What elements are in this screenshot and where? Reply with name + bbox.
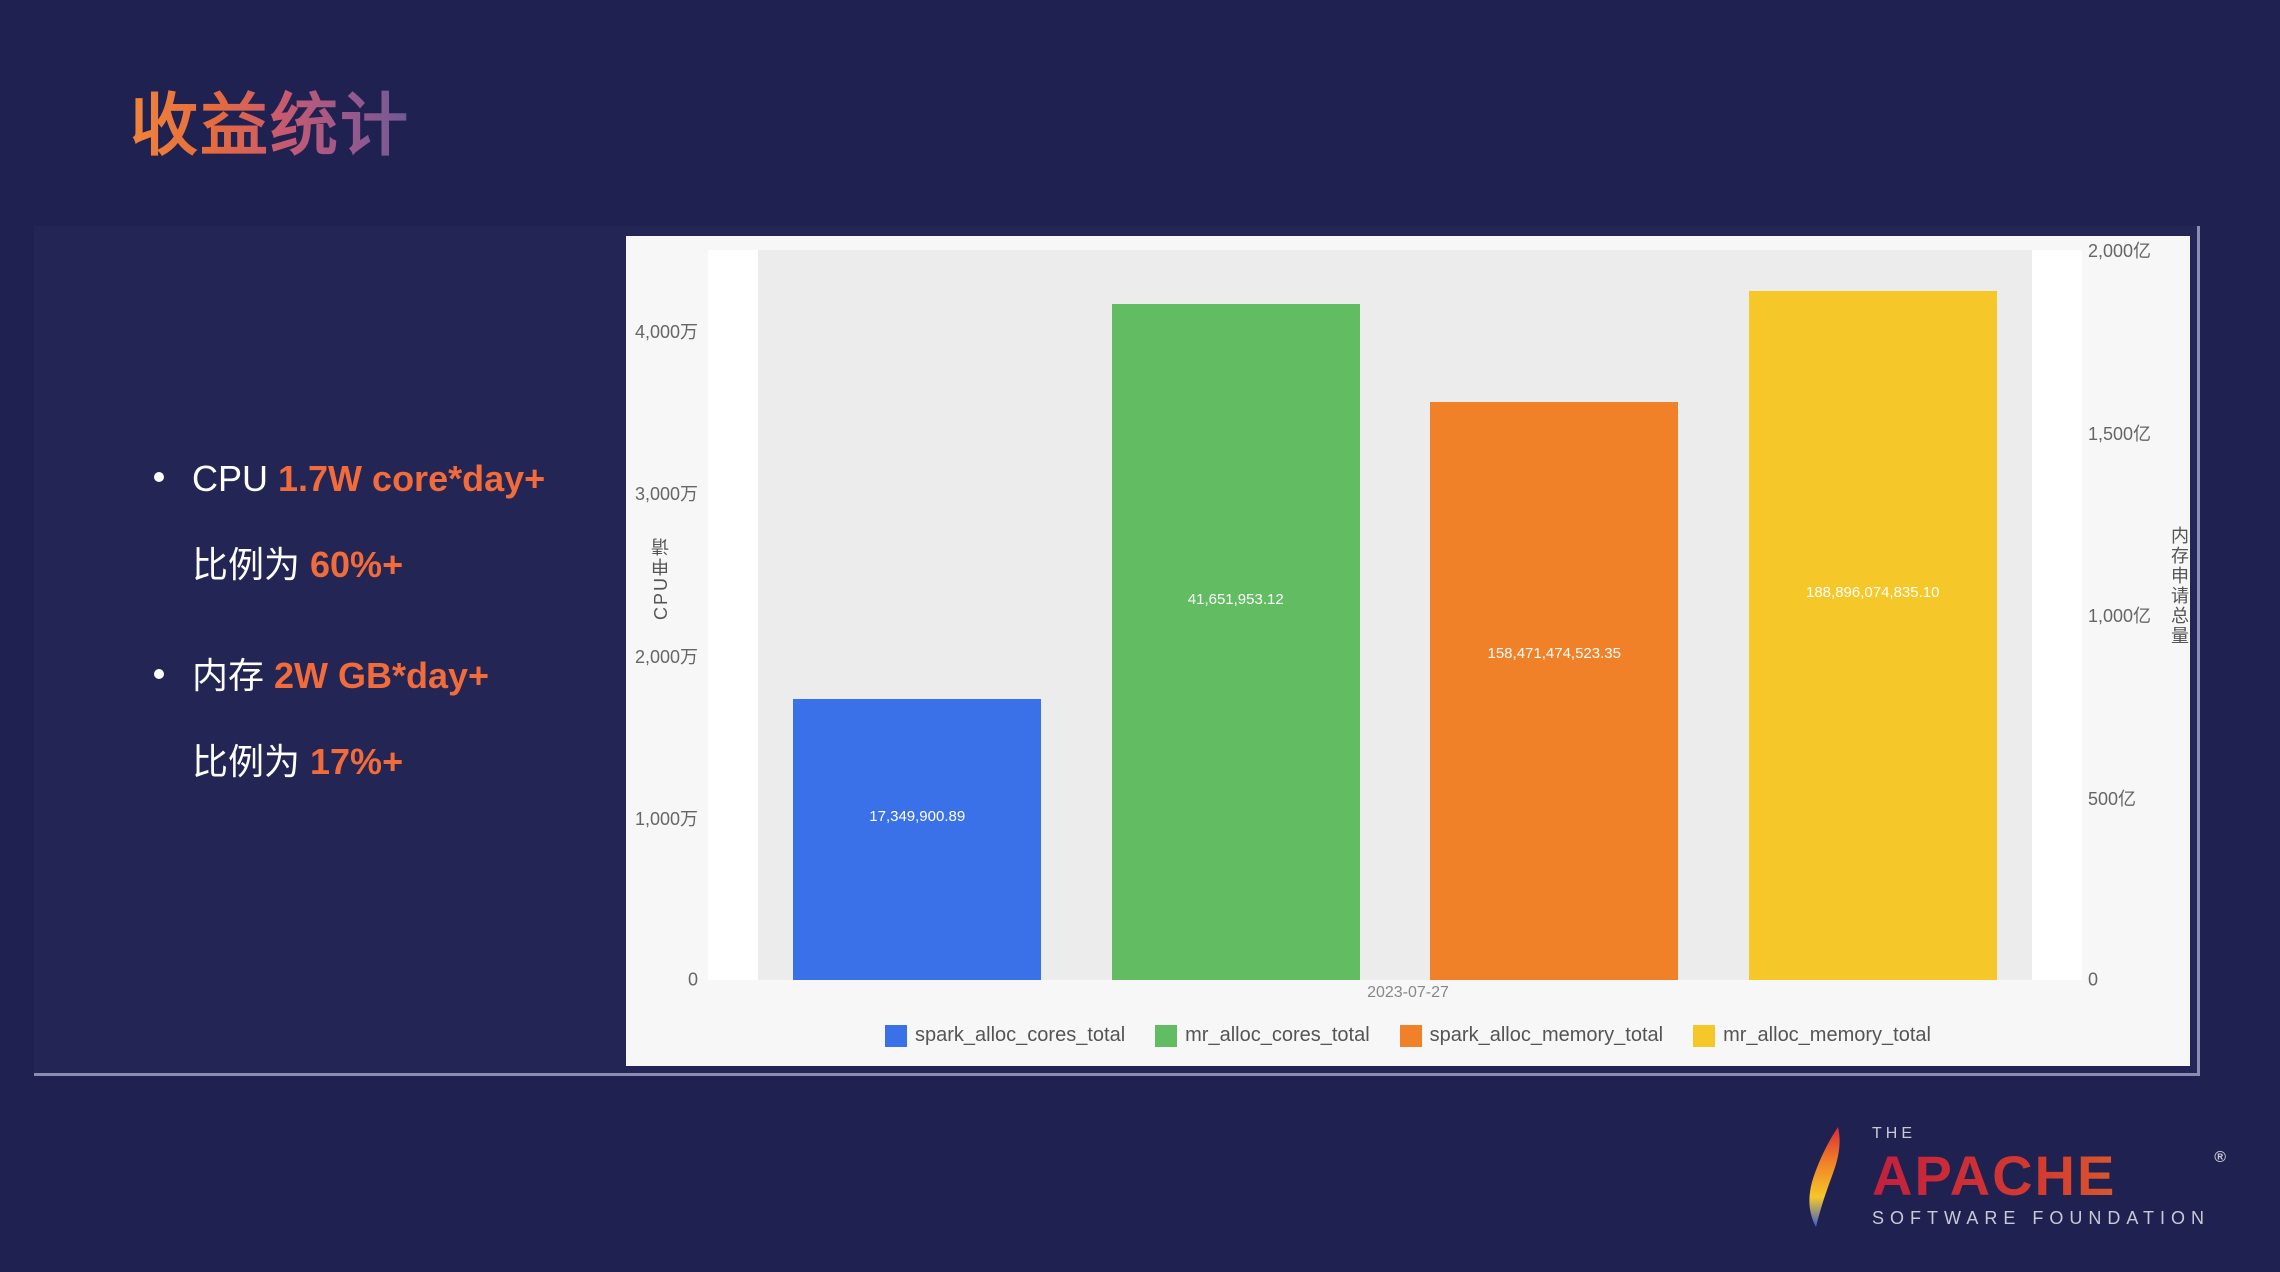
y-right-tick: 500亿 — [2088, 785, 2136, 811]
bar-spark_alloc_cores_total: 17,349,900.89 — [793, 699, 1041, 980]
legend-item[interactable]: mr_alloc_memory_total — [1693, 1024, 1931, 1047]
legend-item[interactable]: mr_alloc_cores_total — [1155, 1024, 1370, 1047]
plot-area: 17,349,900.89 41,651,953.12 158,471,474,52… — [708, 250, 2082, 980]
bars-zone: 17,349,900.89 41,651,953.12 158,471,474,52… — [758, 250, 2032, 980]
apache-the: THE — [1872, 1125, 2210, 1143]
bar-value-label: 188,896,074,835.10 — [1749, 584, 1997, 601]
plot-inner: 17,349,900.89 41,651,953.12 158,471,474,52… — [758, 250, 2032, 980]
feather-icon — [1798, 1122, 1848, 1232]
bullet-body: 内存 2W GB*day+ 比例为 17%+ — [192, 633, 489, 806]
bullet-highlight: 1.7W core*day+ — [278, 458, 545, 499]
legend-label: spark_alloc_memory_total — [1430, 1024, 1663, 1047]
bullet-list: CPU 1.7W core*day+ 比例为 60%+ 内存 2W GB*day… — [154, 436, 654, 830]
apache-logo: THE APACHE® SOFTWARE FOUNDATION — [1798, 1122, 2210, 1232]
bullet-body: CPU 1.7W core*day+ 比例为 60%+ — [192, 436, 545, 609]
legend-item[interactable]: spark_alloc_cores_total — [885, 1024, 1125, 1047]
bar-mr_alloc_memory_total: 188,896,074,835.10 — [1749, 291, 1997, 980]
x-axis-date: 2023-07-27 — [626, 984, 2190, 1002]
bar-mr_alloc_cores_total: 41,651,953.12 — [1112, 304, 1360, 980]
y-right-tick: 2,000亿 — [2088, 237, 2151, 263]
legend-swatch-icon — [1155, 1025, 1177, 1047]
legend-item[interactable]: spark_alloc_memory_total — [1400, 1024, 1663, 1047]
bar-value-label: 158,471,474,523.35 — [1430, 645, 1678, 662]
y-left-tick: 4,000万 — [635, 318, 698, 344]
legend-swatch-icon — [1400, 1025, 1422, 1047]
legend-swatch-icon — [885, 1025, 907, 1047]
y-left-ticks: 01,000万2,000万3,000万4,000万 — [626, 250, 704, 980]
bullet-text: CPU — [192, 458, 278, 499]
bullet-dot-icon — [154, 472, 164, 482]
registered-icon: ® — [2214, 1149, 2228, 1167]
bullet-text: 内存 — [192, 655, 274, 696]
y-left-tick: 2,000万 — [635, 643, 698, 669]
y-right-tick: 1,000亿 — [2088, 602, 2151, 628]
bar-spark_alloc_memory_total: 158,471,474,523.35 — [1430, 402, 1678, 980]
y-right-ticks: 0500亿1,000亿1,500亿2,000亿 — [2082, 250, 2172, 980]
chart-panel: CPU申请 内存申请总量 01,000万2,000万3,000万4,000万 0… — [626, 236, 2190, 1066]
apache-name: APACHE® — [1872, 1143, 2210, 1208]
bullet-highlight: 60%+ — [310, 544, 403, 585]
slide-title: 收益统计 — [130, 70, 410, 169]
bullet-highlight: 17%+ — [310, 741, 403, 782]
legend-label: mr_alloc_memory_total — [1723, 1024, 1931, 1047]
bullet-dot-icon — [154, 669, 164, 679]
bullet-item: 内存 2W GB*day+ 比例为 17%+ — [154, 633, 654, 806]
bullet-text: 比例为 — [192, 544, 310, 585]
legend-label: mr_alloc_cores_total — [1185, 1024, 1370, 1047]
y-left-tick: 3,000万 — [635, 480, 698, 506]
legend-label: spark_alloc_cores_total — [915, 1024, 1125, 1047]
bullet-highlight: 2W GB*day+ — [274, 655, 489, 696]
bar-value-label: 17,349,900.89 — [793, 808, 1041, 825]
chart-legend: spark_alloc_cores_total mr_alloc_cores_to… — [626, 1024, 2190, 1047]
bar-value-label: 41,651,953.12 — [1112, 591, 1360, 608]
y-left-tick: 1,000万 — [635, 805, 698, 831]
apache-sub: SOFTWARE FOUNDATION — [1872, 1208, 2210, 1229]
bullet-text: 比例为 — [192, 741, 310, 782]
legend-swatch-icon — [1693, 1025, 1715, 1047]
y-right-tick: 1,500亿 — [2088, 420, 2151, 446]
bullet-item: CPU 1.7W core*day+ 比例为 60%+ — [154, 436, 654, 609]
